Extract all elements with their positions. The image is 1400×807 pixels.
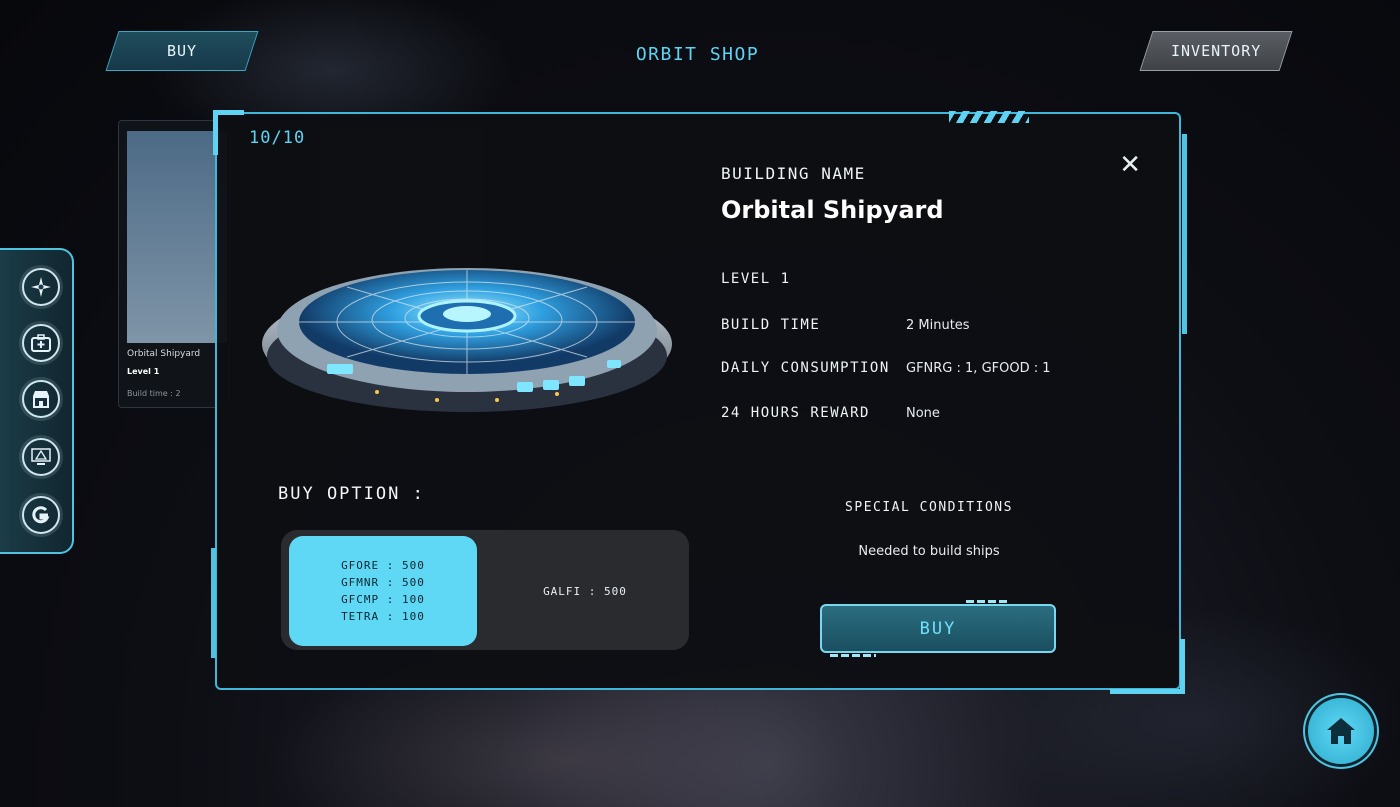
build-time-label: BUILD TIME: [721, 317, 821, 333]
building-name-value: Orbital Shipyard: [721, 196, 944, 224]
shop-icon[interactable]: [22, 380, 60, 418]
building-thumbnail: [127, 131, 227, 343]
building-detail-panel: 10/10 ✕ BUILDING NAME Orbital Shipyard L…: [211, 110, 1187, 694]
panel-accent-bar: [211, 548, 216, 658]
level-label: LEVEL 1: [721, 271, 791, 287]
item-counter: 10/10: [249, 128, 306, 148]
option-line: GALFI : 500: [543, 584, 627, 598]
close-icon[interactable]: ✕: [1119, 150, 1141, 180]
option-line: GFORE : 500: [341, 559, 425, 572]
buy-option-selector: GFORE : 500 GFMNR : 500 GFCMP : 100 TETR…: [281, 530, 689, 650]
inventory-tab-label: INVENTORY: [1170, 42, 1262, 60]
building-name-label: BUILDING NAME: [721, 164, 866, 183]
page-title: ORBIT SHOP: [635, 44, 760, 65]
buy-button-label: BUY: [919, 618, 957, 639]
compass-star-icon[interactable]: [22, 268, 60, 306]
card-building-name: Orbital Shipyard: [127, 349, 201, 359]
build-time-value: 2 Minutes: [906, 318, 970, 333]
warning-screen-icon[interactable]: [22, 438, 60, 476]
building-image: [262, 268, 672, 412]
option-line: GFCMP : 100: [341, 593, 425, 606]
panel-accent-bar: [1182, 134, 1187, 334]
reward-value: None: [906, 406, 940, 421]
panel-decoration-stripes: [949, 111, 1029, 123]
buy-button[interactable]: BUY: [820, 600, 1056, 657]
buy-option-label: BUY OPTION :: [278, 484, 425, 504]
medkit-icon[interactable]: [22, 324, 60, 362]
special-conditions-label: SPECIAL CONDITIONS: [845, 500, 1013, 515]
buy-tab-button[interactable]: BUY: [105, 31, 259, 71]
option-line: TETRA : 100: [341, 610, 425, 623]
card-level: Level 1: [127, 367, 160, 376]
reward-label: 24 HOURS REWARD: [721, 405, 870, 421]
home-icon: [1327, 718, 1355, 744]
g-logo-icon[interactable]: [22, 496, 60, 534]
side-dock: [0, 248, 74, 554]
option-line: GFMNR : 500: [341, 576, 425, 589]
inventory-tab-button[interactable]: INVENTORY: [1139, 31, 1293, 71]
home-button[interactable]: [1308, 698, 1374, 764]
card-build-time: Build time : 2: [127, 389, 181, 398]
special-conditions-value: Needed to build ships: [858, 544, 1000, 559]
daily-consumption-value: GFNRG : 1, GFOOD : 1: [906, 361, 1051, 376]
buy-option-resources[interactable]: GFORE : 500 GFMNR : 500 GFCMP : 100 TETR…: [289, 536, 477, 646]
buy-option-galfi[interactable]: GALFI : 500: [493, 536, 677, 646]
daily-consumption-label: DAILY CONSUMPTION: [721, 360, 890, 376]
buy-tab-label: BUY: [166, 42, 198, 60]
background-building-card[interactable]: Orbital Shipyard Level 1 Build time : 2: [118, 120, 230, 408]
